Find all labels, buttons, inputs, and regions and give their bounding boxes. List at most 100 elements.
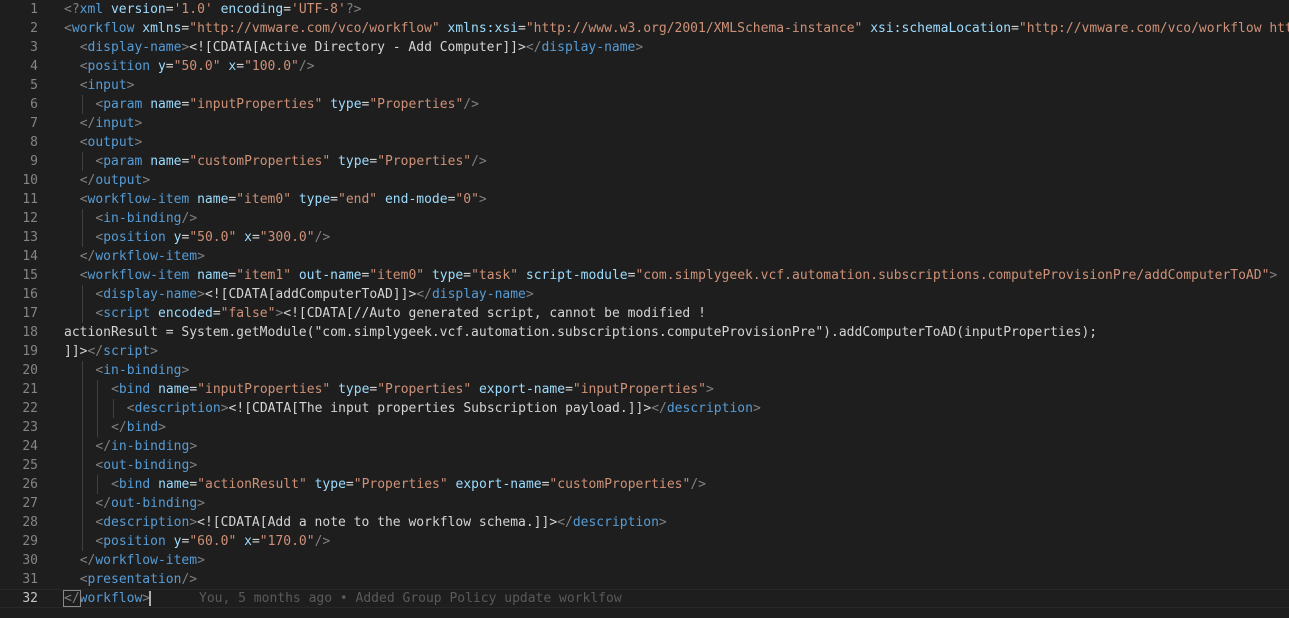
- code-line[interactable]: 24 </in-binding>: [0, 437, 1289, 456]
- code-token: xmlns:xsi: [447, 21, 518, 36]
- line-number: 31: [22, 572, 38, 587]
- line-code: </workflow>: [63, 590, 152, 607]
- code-token: </: [525, 40, 542, 55]
- code-token: >: [220, 401, 229, 416]
- code-line[interactable]: 13 <position y="50.0" x="300.0"/>: [0, 228, 1289, 247]
- code-line[interactable]: 21 <bind name="inputProperties" type="Pro…: [0, 380, 1289, 399]
- line-number: 10: [22, 173, 38, 188]
- code-token: "Properties": [377, 154, 472, 169]
- code-token: />: [181, 572, 198, 587]
- code-line[interactable]: 12 <in-binding/>: [0, 209, 1289, 228]
- code-token: >: [189, 439, 198, 454]
- code-token: name: [158, 477, 190, 492]
- line-number: 7: [30, 116, 38, 131]
- code-token: <: [111, 382, 119, 397]
- code-token: "inputProperties": [572, 382, 706, 397]
- code-token: output: [87, 135, 135, 150]
- code-token: <: [126, 401, 135, 416]
- code-line[interactable]: 26 <bind name="actionResult" type="Proper…: [0, 475, 1289, 494]
- code-line[interactable]: 10 </output>: [0, 171, 1289, 190]
- code-token: "task": [471, 268, 519, 283]
- line-number: 15: [22, 268, 38, 283]
- code-token: >: [189, 458, 198, 473]
- line-number: 22: [22, 401, 38, 416]
- code-line[interactable]: 5 <input>: [0, 76, 1289, 95]
- code-token: position: [103, 230, 166, 245]
- code-line[interactable]: 7 </input>: [0, 114, 1289, 133]
- code-token: <: [79, 59, 88, 74]
- code-token: description: [572, 515, 659, 530]
- code-token: display-name: [87, 40, 182, 55]
- code-token: param: [103, 97, 143, 112]
- code-token: <![CDATA[addComputerToAD]]>: [204, 287, 417, 302]
- code-token: >: [197, 249, 205, 264]
- code-token: >: [181, 363, 190, 378]
- code-token: </: [111, 420, 127, 435]
- code-token: >: [197, 553, 205, 568]
- code-token: name: [197, 268, 229, 283]
- code-token: =: [165, 2, 174, 17]
- line-code: <description><![CDATA[The input properti…: [127, 399, 761, 418]
- code-token: >: [752, 401, 761, 416]
- code-line[interactable]: 30 </workflow-item>: [0, 551, 1289, 570]
- code-line[interactable]: 15 <workflow-item name="item1" out-name="…: [0, 266, 1289, 285]
- code-line[interactable]: 17 <script encoded="false"><![CDATA[//Aut…: [0, 304, 1289, 323]
- code-token: >: [478, 192, 487, 207]
- code-token: "100.0": [244, 59, 299, 74]
- line-number: 14: [22, 249, 38, 264]
- code-token: >: [197, 287, 205, 302]
- code-line[interactable]: 23 </bind>: [0, 418, 1289, 437]
- line-code: <input>: [80, 76, 135, 95]
- code-token: type: [298, 192, 331, 207]
- code-line[interactable]: 14 </workflow-item>: [0, 247, 1289, 266]
- code-token: name: [158, 382, 190, 397]
- code-token: xmlns: [142, 21, 182, 36]
- code-editor[interactable]: 1 <?xml version='1.0' encoding='UTF-8'?> 2…: [0, 0, 1289, 618]
- code-line[interactable]: 6 <param name="inputProperties" type="Pro…: [0, 95, 1289, 114]
- code-token: =: [330, 192, 338, 207]
- code-token: >: [126, 78, 135, 93]
- line-number: 24: [22, 439, 38, 454]
- code-token: in-binding: [103, 363, 182, 378]
- code-line[interactable]: 11 <workflow-item name="item0" type="end"…: [0, 190, 1289, 209]
- code-line[interactable]: 9 <param name="customProperties" type="Pr…: [0, 152, 1289, 171]
- code-line[interactable]: 28 <description><![CDATA[Add a note to th…: [0, 513, 1289, 532]
- code-line[interactable]: 27 </out-binding>: [0, 494, 1289, 513]
- code-line[interactable]: 29 <position y="60.0" x="170.0"/>: [0, 532, 1289, 551]
- code-line[interactable]: 4 <position y="50.0" x="100.0"/>: [0, 57, 1289, 76]
- code-line[interactable]: 19]]></script>: [0, 342, 1289, 361]
- code-token: </: [95, 496, 112, 511]
- code-token: "inputProperties": [189, 97, 323, 112]
- code-line[interactable]: 31 <presentation/>: [0, 570, 1289, 589]
- code-line[interactable]: 18 actionResult = System.getModule("com.s…: [0, 323, 1289, 342]
- code-line[interactable]: 2 <workflow xmlns="http://vmware.com/vco/…: [0, 19, 1289, 38]
- code-line[interactable]: 32 </workflow>: [0, 589, 1289, 608]
- code-line[interactable]: 25 <out-binding>: [0, 456, 1289, 475]
- code-line[interactable]: 8 <output>: [0, 133, 1289, 152]
- line-number: 13: [22, 230, 38, 245]
- code-line[interactable]: 16 <display-name><![CDATA[addComputerToAD…: [0, 285, 1289, 304]
- code-token: >: [197, 496, 205, 511]
- code-line[interactable]: 3 <display-name><![CDATA[Active Directory…: [0, 38, 1289, 57]
- code-line[interactable]: 20 <in-binding>: [0, 361, 1289, 380]
- code-line[interactable]: 1 <?xml version='1.0' encoding='UTF-8'?>: [0, 0, 1289, 19]
- code-line[interactable]: 22 <description><![CDATA[The input proper…: [0, 399, 1289, 418]
- code-token: encoded: [158, 306, 213, 321]
- code-token: =: [251, 534, 260, 549]
- code-token: bind: [126, 420, 159, 435]
- code-token: >: [158, 420, 166, 435]
- code-token: >: [635, 40, 644, 55]
- code-token: </: [79, 249, 96, 264]
- code-token: />: [463, 97, 479, 112]
